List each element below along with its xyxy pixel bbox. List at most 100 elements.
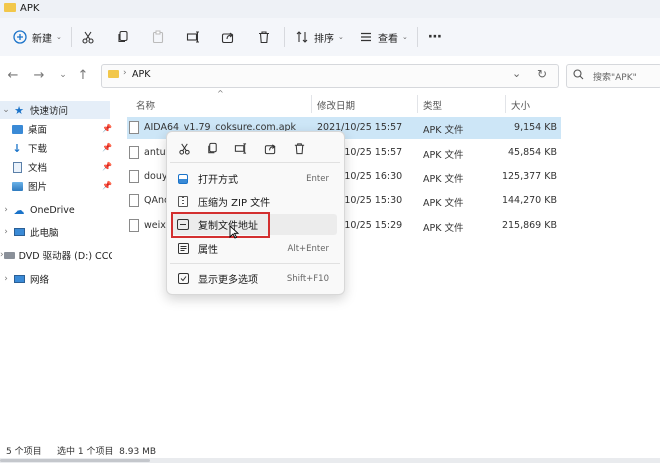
chevron-down-icon: ⌄ — [338, 33, 344, 41]
item-count: 5 个项目 — [6, 447, 42, 457]
column-header-size[interactable]: 大小 — [511, 98, 530, 112]
nav-item-documents[interactable]: 文档 📌 — [10, 158, 112, 176]
chevron-right-icon: › — [4, 227, 8, 237]
chevron-down-icon: ⌄ — [56, 33, 62, 41]
column-header-date[interactable]: 修改日期 — [317, 98, 355, 112]
window-title: APK — [20, 3, 40, 14]
menu-item-compress-zip[interactable]: 压缩为 ZIP 文件 — [172, 191, 337, 212]
selection-info: 选中 1 个项目 8.93 MB — [57, 447, 157, 457]
file-name: weixi — [144, 220, 169, 231]
column-divider[interactable] — [417, 95, 418, 113]
folder-icon — [108, 70, 119, 78]
properties-icon — [176, 243, 190, 255]
menu-item-open-with[interactable]: 打开方式 Enter — [172, 168, 337, 189]
view-button[interactable]: 查看 ⌄ — [358, 29, 408, 45]
document-icon — [10, 161, 24, 173]
pin-icon: 📌 — [102, 181, 112, 190]
network-icon — [12, 273, 26, 285]
breadcrumb-chevron-icon: › — [123, 68, 127, 78]
copy-icon[interactable] — [115, 29, 131, 45]
sort-button[interactable]: 排序 ⌄ — [294, 29, 344, 45]
more-options-icon[interactable]: ⋯ — [427, 29, 443, 45]
nav-item-downloads[interactable]: ↓ 下载 📌 — [10, 139, 112, 157]
chevron-down-icon[interactable]: ⌄ — [512, 67, 521, 80]
scrollbar[interactable] — [0, 458, 660, 463]
up-arrow-icon[interactable]: ↑ — [74, 66, 92, 84]
share-icon[interactable] — [260, 140, 280, 156]
rename-icon[interactable] — [230, 140, 250, 156]
nav-this-pc[interactable]: › 此电脑 — [0, 223, 112, 241]
nav-item-pictures[interactable]: 图片 📌 — [10, 177, 112, 195]
recent-locations-icon[interactable]: ⌄ — [54, 66, 72, 84]
chevron-right-icon: › — [4, 205, 8, 215]
cloud-icon: ☁ — [13, 203, 25, 217]
folder-icon — [4, 3, 16, 12]
plus-circle-icon — [12, 29, 28, 45]
new-button[interactable]: 新建 ⌄ — [12, 29, 62, 45]
search-placeholder: 搜索"APK" — [593, 73, 637, 83]
file-type: APK 文件 — [423, 198, 464, 209]
delete-icon[interactable] — [256, 29, 272, 45]
toolbar-divider — [71, 27, 72, 47]
menu-divider — [170, 162, 340, 163]
sort-label: 排序 — [314, 33, 334, 45]
file-type: APK 文件 — [423, 150, 464, 161]
cut-icon[interactable] — [174, 140, 194, 156]
chevron-down-icon: ⌄ — [2, 105, 10, 115]
file-size: 125,377 KB — [501, 171, 557, 182]
paste-icon[interactable] — [150, 29, 166, 45]
file-size: 144,270 KB — [501, 195, 557, 206]
nav-quick-access[interactable]: ⌄ ★ 快速访问 — [0, 101, 110, 119]
column-divider[interactable] — [311, 95, 312, 113]
file-name: douy — [144, 171, 168, 182]
pin-icon: 📌 — [102, 143, 112, 152]
nav-onedrive[interactable]: › ☁ OneDrive — [0, 201, 112, 219]
file-type: APK 文件 — [423, 174, 464, 185]
view-label: 查看 — [378, 33, 398, 45]
toolbar-divider — [284, 27, 285, 47]
file-type: APK 文件 — [423, 125, 464, 136]
file-icon — [129, 194, 139, 207]
highlight-box — [171, 212, 270, 238]
refresh-icon[interactable]: ↻ — [537, 67, 547, 81]
sort-indicator-icon: ^ — [217, 89, 224, 98]
back-arrow-icon[interactable]: ← — [4, 66, 22, 84]
more-options-icon — [176, 273, 190, 285]
column-header-name[interactable]: 名称 — [136, 98, 155, 112]
scrollbar-thumb[interactable] — [0, 459, 150, 462]
mouse-cursor-icon — [229, 224, 240, 242]
nav-network[interactable]: › 网络 — [0, 270, 112, 288]
forward-arrow-icon[interactable]: → — [30, 66, 48, 84]
rename-icon[interactable] — [185, 29, 201, 45]
file-size: 9,154 KB — [514, 122, 557, 133]
menu-item-properties[interactable]: 属性 Alt+Enter — [172, 238, 337, 259]
zip-icon — [176, 196, 190, 208]
desktop-icon — [10, 123, 24, 135]
nav-dvd-drive[interactable]: › DVD 驱动器 (D:) CCC — [0, 246, 112, 264]
menu-item-show-more-options[interactable]: 显示更多选项 Shift+F10 — [172, 268, 337, 289]
delete-icon[interactable] — [289, 140, 309, 156]
pin-icon: 📌 — [102, 162, 112, 171]
search-input[interactable]: 搜索"APK" — [566, 64, 660, 88]
chevron-right-icon: › — [4, 274, 8, 284]
file-icon — [129, 170, 139, 183]
cut-icon[interactable] — [80, 29, 96, 45]
share-icon[interactable] — [220, 29, 236, 45]
pin-icon: 📌 — [102, 124, 112, 133]
copy-icon[interactable] — [202, 140, 222, 156]
nav-item-desktop[interactable]: 桌面 📌 — [10, 120, 112, 138]
star-icon: ★ — [14, 103, 24, 117]
breadcrumb[interactable]: APK — [132, 69, 150, 80]
column-header-type[interactable]: 类型 — [423, 98, 442, 112]
file-size: 215,869 KB — [501, 220, 557, 231]
download-icon: ↓ — [12, 141, 22, 155]
new-label: 新建 — [32, 33, 52, 45]
address-bar[interactable]: › APK ⌄ ↻ — [101, 64, 559, 88]
file-icon — [129, 146, 139, 159]
title-bar: APK — [0, 0, 660, 18]
open-with-icon — [176, 173, 190, 185]
chevron-down-icon: ⌄ — [402, 33, 408, 41]
file-icon — [129, 219, 139, 232]
column-divider[interactable] — [505, 95, 506, 113]
sort-icon — [294, 29, 310, 45]
